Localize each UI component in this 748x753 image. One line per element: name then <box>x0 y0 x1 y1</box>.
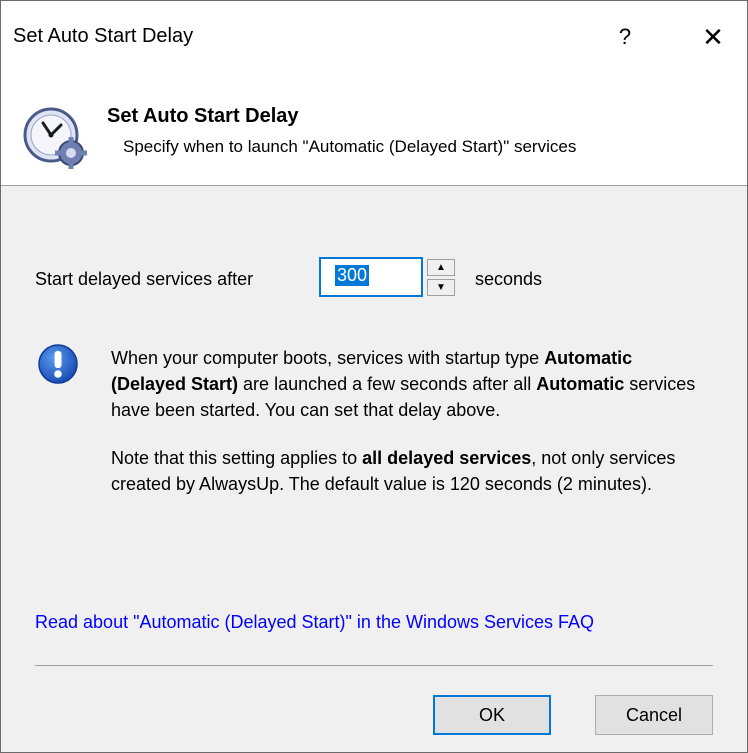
spin-up-button[interactable]: ▲ <box>427 259 455 276</box>
help-button[interactable]: ? <box>605 17 645 57</box>
spin-down-button[interactable]: ▼ <box>427 279 455 296</box>
delay-seconds-input[interactable]: 300 <box>319 257 423 297</box>
dialog-header: Set Auto Start Delay Specify when to lau… <box>1 71 747 186</box>
faq-link[interactable]: Read about "Automatic (Delayed Start)" i… <box>35 612 594 633</box>
header-subtitle: Specify when to launch "Automatic (Delay… <box>123 137 577 156</box>
header-title: Set Auto Start Delay <box>107 105 299 127</box>
delay-label: Start delayed services after <box>35 269 254 289</box>
ok-button[interactable]: OK <box>433 695 551 735</box>
delay-value: 300 <box>335 265 370 286</box>
info-text: When your computer boots, services with … <box>111 345 711 519</box>
divider <box>35 665 713 666</box>
clock-gear-icon <box>23 107 87 169</box>
seconds-label: seconds <box>475 269 543 289</box>
info-paragraph-2-run: Note that this setting applies to <box>111 448 363 468</box>
delay-spinner[interactable]: ▲ ▼ <box>427 259 457 297</box>
dialog-window: Set Auto Start Delay ? ✕ Set Auto Start … <box>0 0 748 753</box>
info-paragraph-1: When your computer boots, services with … <box>111 345 711 423</box>
window-title: Set Auto Start Delay <box>13 25 194 47</box>
info-paragraph-2-run: all delayed services <box>362 448 532 468</box>
exclamation-icon <box>38 344 78 384</box>
info-paragraph-2: Note that this setting applies to all de… <box>111 445 711 497</box>
info-paragraph-1-run: When your computer boots, services with … <box>111 348 545 368</box>
info-paragraph-1-run: are launched a few seconds after all <box>238 374 537 394</box>
close-button[interactable]: ✕ <box>691 17 735 57</box>
cancel-button[interactable]: Cancel <box>595 695 713 735</box>
title-bar[interactable]: Set Auto Start Delay ? ✕ <box>1 1 747 71</box>
info-paragraph-1-run: Automatic <box>536 374 625 394</box>
